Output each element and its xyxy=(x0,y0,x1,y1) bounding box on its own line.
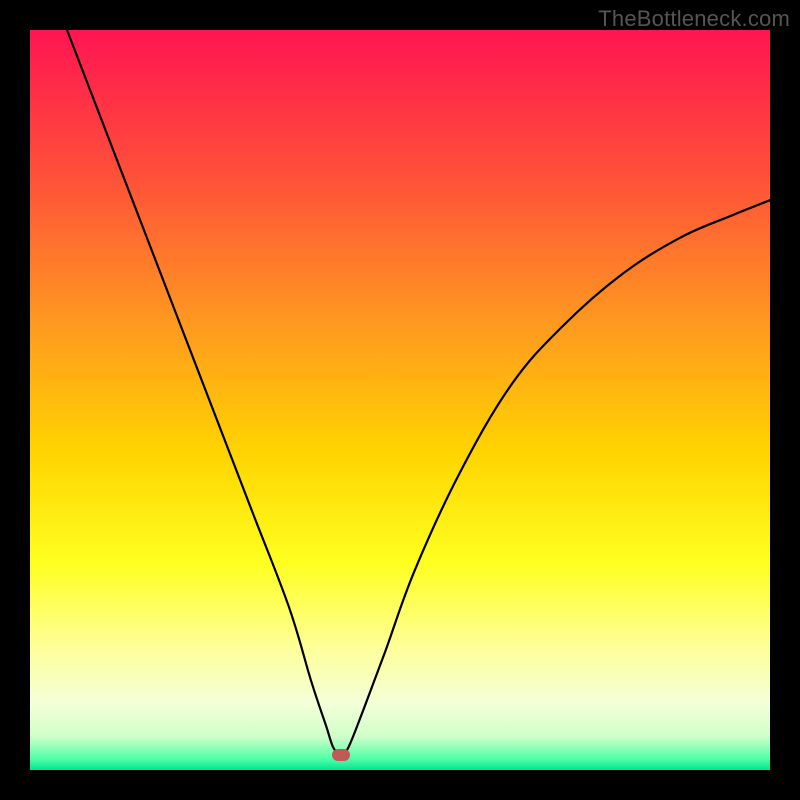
bottleneck-curve xyxy=(30,30,770,770)
chart-frame: TheBottleneck.com xyxy=(0,0,800,800)
plot-area xyxy=(30,30,770,770)
watermark-text: TheBottleneck.com xyxy=(598,6,790,32)
curve-right-branch xyxy=(341,200,770,755)
curve-left-branch xyxy=(67,30,341,755)
minimum-marker xyxy=(332,749,350,761)
